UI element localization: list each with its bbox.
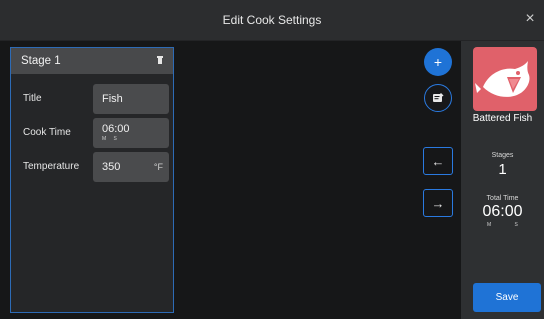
notes-icon xyxy=(433,93,444,102)
cook-time-row: Cook Time 06:00 M S xyxy=(11,118,175,148)
title-label: Title xyxy=(23,93,42,104)
stage-card: Stage 1 Title Fish Cook Time 06:00 M S T… xyxy=(10,47,174,313)
title-field[interactable]: Fish xyxy=(93,84,169,114)
temperature-label: Temperature xyxy=(23,161,80,172)
arrow-left-icon: ← xyxy=(431,153,445,169)
total-time-value: 06:00 xyxy=(482,203,523,220)
trash-icon[interactable] xyxy=(155,55,165,67)
temperature-value: 350 xyxy=(102,161,121,173)
cook-time-label: Cook Time xyxy=(23,127,71,138)
next-stage-button[interactable]: → xyxy=(423,189,453,217)
recipe-thumbnail xyxy=(473,47,537,111)
add-stage-button[interactable]: + xyxy=(424,48,452,76)
stages-count: 1 xyxy=(498,161,507,178)
close-icon[interactable]: × xyxy=(522,10,538,27)
cook-time-value: 06:00 xyxy=(102,123,130,135)
temperature-row: Temperature 350 °F xyxy=(11,152,175,182)
stage-title: Stage 1 xyxy=(21,55,61,67)
stages-label: Stages xyxy=(491,152,514,159)
recipe-name: Battered Fish xyxy=(472,113,533,124)
previous-stage-button[interactable]: ← xyxy=(423,147,453,175)
cook-time-units: M S xyxy=(102,136,120,142)
dialog-header: Edit Cook Settings × xyxy=(0,0,544,41)
cook-time-field[interactable]: 06:00 M S xyxy=(93,118,169,148)
total-time-units: M S xyxy=(487,222,529,228)
notes-button[interactable] xyxy=(424,84,452,112)
plus-icon: + xyxy=(433,54,443,70)
total-time-label: Total Time xyxy=(486,195,519,202)
stage-header: Stage 1 xyxy=(11,48,173,74)
temperature-unit: °F xyxy=(153,162,163,172)
temperature-field[interactable]: 350 °F xyxy=(93,152,169,182)
fish-icon xyxy=(475,61,530,97)
save-button[interactable]: Save xyxy=(473,283,541,312)
dialog-title: Edit Cook Settings xyxy=(222,13,322,27)
arrow-right-icon: → xyxy=(431,195,445,211)
title-row: Title Fish xyxy=(11,84,175,114)
